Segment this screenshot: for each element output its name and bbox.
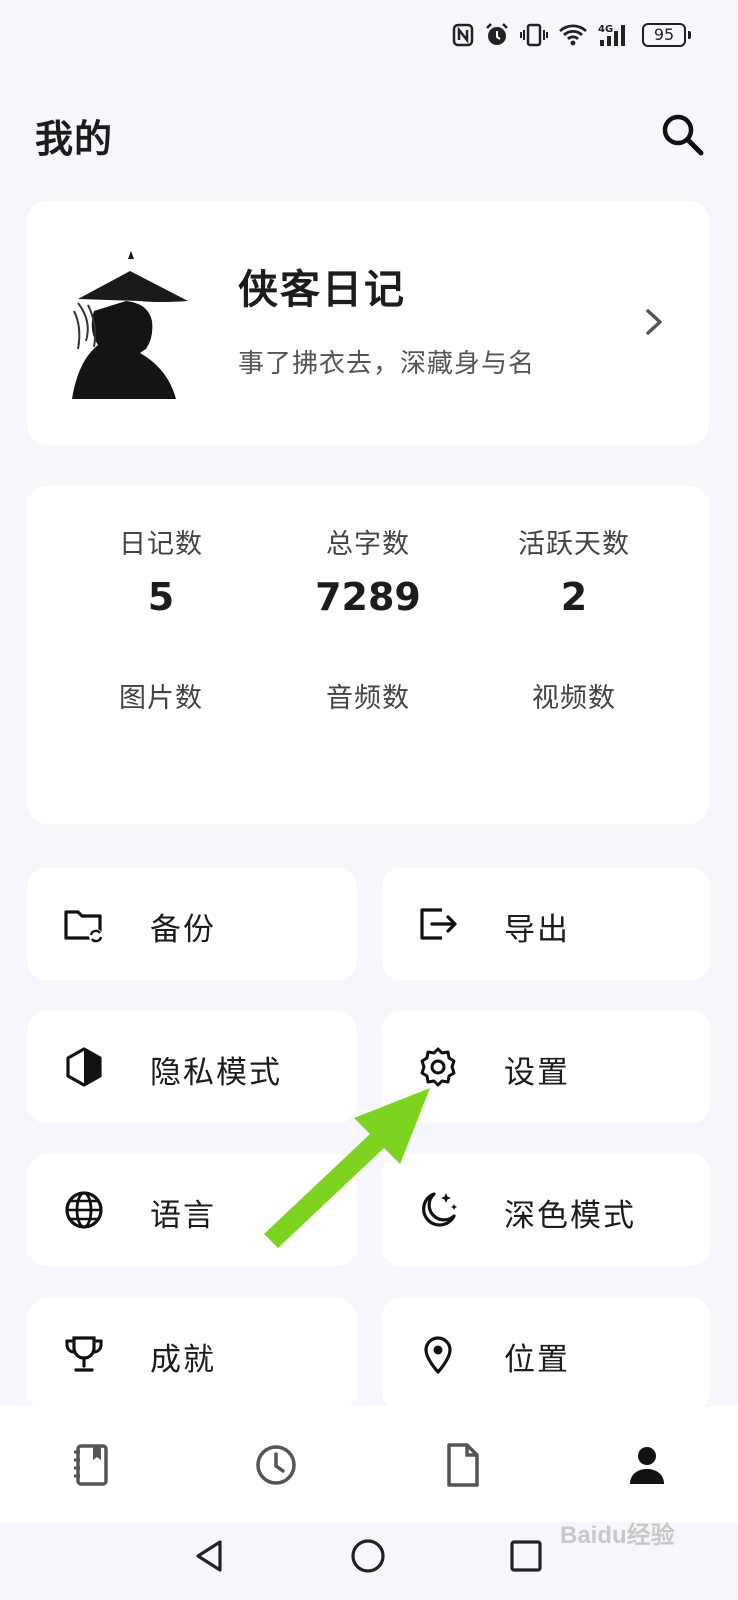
back-button[interactable] [190,1536,230,1576]
tile-label: 设置 [504,1055,570,1091]
tile-label: 成就 [150,1342,216,1378]
profile-motto: 事了拂衣去，深藏身与名 [238,349,536,379]
stat-label: 活跃天数 [518,529,630,560]
back-triangle-icon [196,1540,222,1572]
stat-value: 7289 [315,575,421,619]
stats-card: 日记数 5 总字数 7289 活跃天数 2 图片数 音频数 视频数 [28,486,708,824]
stat-label: 图片数 [119,683,203,714]
menu-backup-button[interactable]: 备份 [28,868,356,980]
stat-label: 音频数 [326,683,410,714]
svg-text:4G: 4G [598,24,613,35]
export-icon [420,908,457,940]
stat-label: 日记数 [119,529,203,560]
status-bar: 4G 95 [0,0,738,72]
stat-audio-count: 音频数 [268,676,468,729]
recents-button[interactable] [506,1536,546,1576]
battery-indicator: 95 [642,23,691,47]
document-icon [447,1443,479,1487]
cellular-signal-icon: 4G [598,24,625,46]
recents-square-icon [510,1540,542,1572]
stat-word-count: 总字数 7289 [268,522,468,619]
clock-icon [256,1445,296,1485]
stat-video-count: 视频数 [474,676,674,729]
privacy-shield-icon [66,1047,102,1087]
tile-label: 语言 [150,1198,216,1234]
vibrate-icon [520,23,548,47]
annotation-arrow [264,1088,430,1248]
stat-label: 总字数 [326,529,410,560]
nfc-icon [452,23,474,47]
avatar [72,251,188,399]
notebook-icon [74,1444,108,1486]
menu-achievements-button[interactable]: 成就 [28,1298,356,1410]
bottom-nav [0,1406,738,1522]
folder-sync-icon [64,910,103,943]
page-title: 我的 [35,117,114,161]
menu-location-button[interactable]: 位置 [382,1298,710,1410]
stat-value: 2 [560,575,588,619]
globe-icon [65,1191,103,1229]
stat-value: 5 [147,575,175,619]
profile-card[interactable]: 侠客日记 事了拂衣去，深藏身与名 [28,201,708,445]
status-icons: 4G 95 [452,22,691,48]
wifi-icon [559,24,587,46]
watermark: Baidu经验 [560,1522,675,1549]
search-icon [662,114,704,156]
location-pin-icon [424,1336,452,1374]
nav-documents-tab[interactable] [437,1440,487,1490]
profile-name: 侠客日记 [238,267,406,313]
chevron-right-icon [646,309,662,335]
tile-label: 备份 [150,912,216,948]
tile-label: 导出 [504,912,570,948]
stat-label: 视频数 [532,683,616,714]
nav-diary-tab[interactable] [67,1440,117,1490]
stat-image-count: 图片数 [61,676,261,729]
trophy-icon [65,1336,103,1372]
stat-diary-count: 日记数 5 [61,522,261,619]
person-icon [630,1447,664,1484]
home-button[interactable] [348,1536,388,1576]
tile-label: 位置 [504,1342,570,1378]
alarm-icon [486,23,508,45]
search-button[interactable] [658,110,708,160]
tile-label: 深色模式 [504,1198,636,1234]
menu-export-button[interactable]: 导出 [382,868,710,980]
home-circle-icon [351,1539,385,1573]
stat-active-days: 活跃天数 2 [474,522,674,619]
nav-me-tab[interactable] [622,1440,672,1490]
nav-timeline-tab[interactable] [251,1440,301,1490]
